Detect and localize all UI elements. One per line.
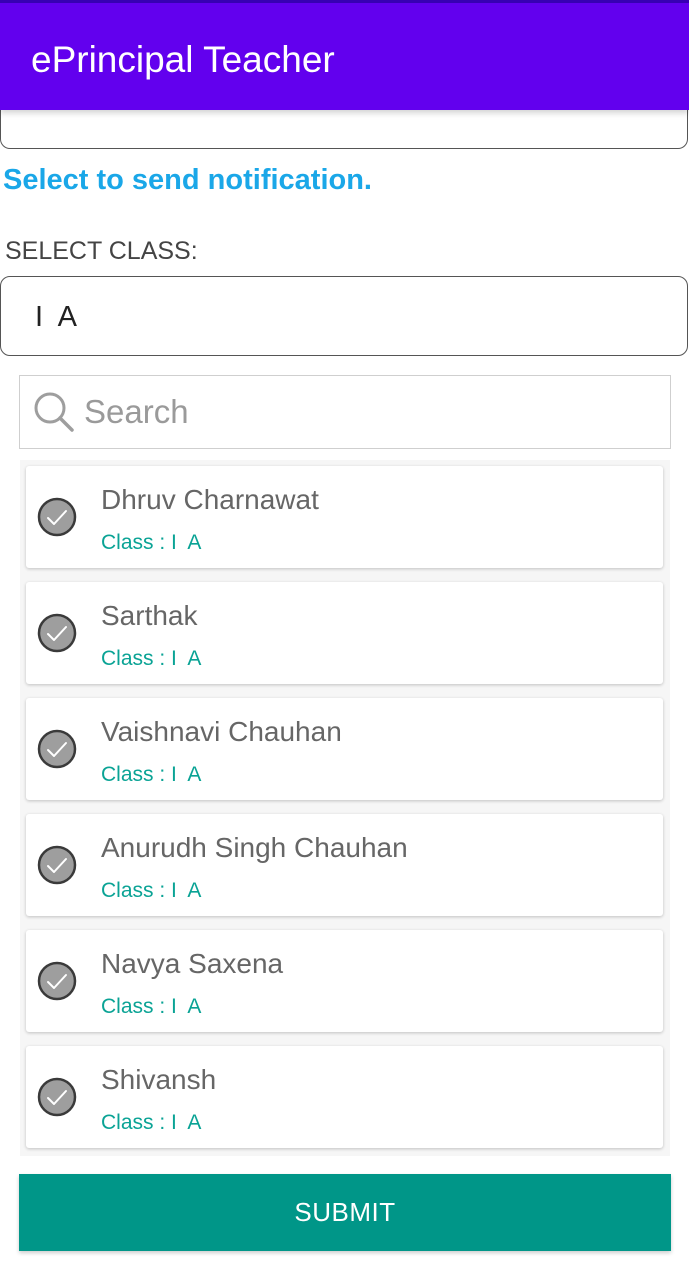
student-class: Class : I A xyxy=(101,995,202,1018)
checkmark-circle-icon[interactable] xyxy=(37,961,77,1001)
student-item[interactable]: Sarthak Class : I A xyxy=(26,582,663,684)
class-select-value: I A xyxy=(35,301,77,333)
search-input[interactable] xyxy=(84,376,654,448)
student-name: Shivansh xyxy=(101,1064,217,1095)
submit-button[interactable]: SUBMIT xyxy=(19,1174,671,1251)
checkmark-circle-icon[interactable] xyxy=(37,845,77,885)
student-name: Navya Saxena xyxy=(101,948,284,979)
app-title: ePrincipal Teacher xyxy=(31,39,335,80)
student-class: Class : I A xyxy=(101,1111,202,1134)
class-select[interactable]: I A xyxy=(0,276,688,356)
checkmark-circle-icon[interactable] xyxy=(37,497,77,537)
checkmark-circle-icon[interactable] xyxy=(37,1077,77,1117)
student-class: Class : I A xyxy=(101,879,202,902)
checkmark-circle-icon[interactable] xyxy=(37,729,77,769)
student-item[interactable]: Shivansh Class : I A xyxy=(26,1046,663,1148)
student-item[interactable]: Vaishnavi Chauhan Class : I A xyxy=(26,698,663,800)
search-icon xyxy=(34,392,74,432)
student-class: Class : I A xyxy=(101,647,202,670)
student-class: Class : I A xyxy=(101,531,202,554)
student-item[interactable]: Dhruv Charnawat Class : I A xyxy=(26,466,663,568)
student-name: Vaishnavi Chauhan xyxy=(101,716,342,747)
student-item[interactable]: Navya Saxena Class : I A xyxy=(26,930,663,1032)
student-class: Class : I A xyxy=(101,763,202,786)
student-list: Dhruv Charnawat Class : I A Sarthak Clas… xyxy=(20,460,670,1156)
select-class-label: SELECT CLASS: xyxy=(5,237,198,265)
search-box[interactable] xyxy=(19,375,671,449)
student-name: Anurudh Singh Chauhan xyxy=(101,832,408,863)
student-name: Sarthak xyxy=(101,600,198,631)
checkmark-circle-icon[interactable] xyxy=(37,613,77,653)
student-name: Dhruv Charnawat xyxy=(101,484,319,515)
notification-heading: Select to send notification. xyxy=(3,164,372,196)
student-item[interactable]: Anurudh Singh Chauhan Class : I A xyxy=(26,814,663,916)
app-bar: ePrincipal Teacher xyxy=(0,0,689,110)
